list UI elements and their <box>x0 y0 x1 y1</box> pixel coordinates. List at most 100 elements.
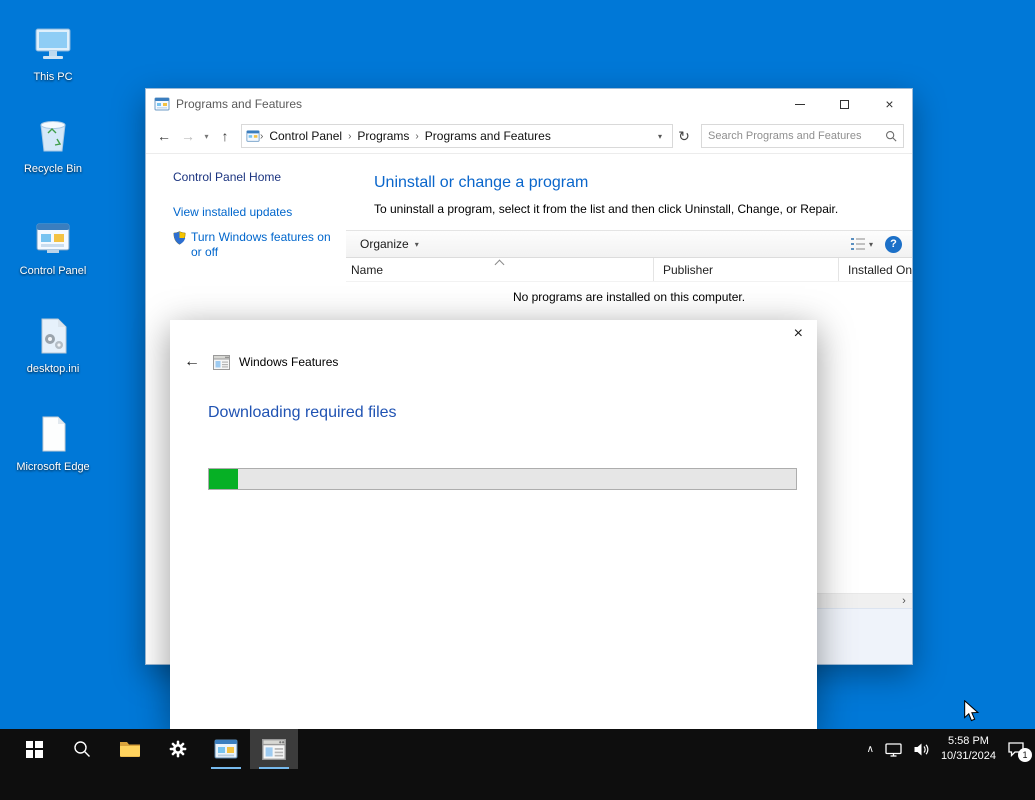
microsoft-edge-icon <box>31 412 75 456</box>
show-hidden-icons-chevron-icon[interactable]: ∧ <box>867 744 874 755</box>
command-toolbar: Organize ▾ ▾ ? <box>346 230 912 258</box>
sidebar-link-label: Turn Windows features on or off <box>191 229 331 260</box>
dialog-title: Windows Features <box>239 355 339 369</box>
breadcrumb-programs[interactable]: Programs <box>351 129 415 143</box>
progress-bar <box>208 468 797 490</box>
desktop-screen: This PC Recycle Bin Control Panel deskto… <box>0 0 1035 800</box>
page-description: To uninstall a program, select it from t… <box>374 202 839 216</box>
forward-button[interactable]: → <box>176 128 200 144</box>
window-titlebar[interactable]: Programs and Features × <box>146 89 912 119</box>
desktop-icon-microsoft-edge[interactable]: Microsoft Edge <box>14 412 92 474</box>
toolbar-right-group: ▾ ? <box>850 235 902 253</box>
dialog-back-button[interactable]: ← <box>180 353 204 371</box>
search-box[interactable] <box>701 124 904 148</box>
minimize-button[interactable] <box>777 89 822 119</box>
gear-icon <box>168 739 188 759</box>
sidebar-control-panel-home[interactable]: Control Panel Home <box>173 170 338 184</box>
windows-features-icon <box>213 354 230 370</box>
clock-time: 5:58 PM <box>947 735 989 748</box>
breadcrumb-control-panel[interactable]: Control Panel <box>263 129 348 143</box>
organize-dropdown-icon: ▾ <box>414 239 419 249</box>
clock-date: 10/31/2024 <box>940 750 996 762</box>
address-bar[interactable]: › Control Panel › Programs › Programs an… <box>241 124 673 148</box>
desktop-ini-icon <box>31 314 75 358</box>
sidebar-turn-windows-features[interactable]: Turn Windows features on or off <box>173 230 338 261</box>
address-location-icon <box>246 129 260 143</box>
taskbar-windows-features-button[interactable] <box>250 729 298 769</box>
system-tray: ∧ 5:58 PM 10/31/2024 1 <box>867 729 1032 769</box>
notification-badge: 1 <box>1018 748 1032 762</box>
taskbar-control-panel-button[interactable] <box>202 729 250 769</box>
search-icon <box>885 130 897 142</box>
page-heading: Uninstall or change a program <box>374 174 589 191</box>
empty-list-message: No programs are installed on this comput… <box>512 290 746 304</box>
progress-fill <box>209 469 239 489</box>
breadcrumb-programs-and-features[interactable]: Programs and Features <box>419 129 557 143</box>
windows-logo-icon <box>25 740 43 758</box>
desktop-icon-label: This PC <box>33 71 73 83</box>
maximize-icon <box>840 99 849 109</box>
question-icon: ? <box>890 238 897 250</box>
navigation-bar: ← → ▾ ↑ › Control Panel › Programs › Pro… <box>146 119 912 154</box>
minimize-icon <box>794 103 805 105</box>
mouse-cursor <box>964 700 980 722</box>
column-label: Name <box>351 262 384 277</box>
column-header-installed-on[interactable]: Installed On <box>839 258 912 281</box>
start-button[interactable] <box>10 729 58 769</box>
up-button[interactable]: ↑ <box>213 128 237 144</box>
desktop-icon-label: Microsoft Edge <box>16 461 90 473</box>
recycle-bin-icon <box>31 114 75 158</box>
view-dropdown-icon: ▾ <box>868 239 873 249</box>
desktop-icon-this-pc[interactable]: This PC <box>14 22 92 84</box>
scroll-right-arrow[interactable]: › <box>896 594 912 608</box>
window-title: Programs and Features <box>176 97 303 111</box>
uac-shield-icon <box>173 230 186 245</box>
address-dropdown-chevron-icon[interactable]: ▾ <box>652 132 668 141</box>
column-header-name[interactable]: Name <box>346 258 654 281</box>
dialog-close-button[interactable]: × <box>794 325 803 343</box>
window-caption-buttons: × <box>777 89 912 119</box>
search-icon <box>73 740 91 758</box>
desktop-icon-label: Control Panel <box>19 265 87 277</box>
taskbar-file-explorer-button[interactable] <box>106 729 154 769</box>
file-explorer-icon <box>119 740 141 758</box>
column-headers: Name Publisher Installed On <box>346 258 912 282</box>
windows-features-dialog: × ← Windows Features Downloading require… <box>170 320 817 730</box>
desktop-icon-recycle-bin[interactable]: Recycle Bin <box>14 114 92 176</box>
action-center-icon[interactable]: 1 <box>1007 741 1032 762</box>
help-button[interactable]: ? <box>885 235 902 253</box>
organize-label: Organize <box>360 237 409 251</box>
close-icon: × <box>885 96 894 112</box>
close-button[interactable]: × <box>867 89 912 119</box>
desktop-icon-desktop-ini[interactable]: desktop.ini <box>14 314 92 376</box>
taskbar: ∧ 5:58 PM 10/31/2024 1 <box>0 729 1035 800</box>
change-view-button[interactable]: ▾ <box>850 238 873 250</box>
search-input[interactable] <box>708 130 885 142</box>
taskbar-clock[interactable]: 5:58 PM 10/31/2024 <box>941 734 996 764</box>
this-pc-icon <box>31 22 75 66</box>
dialog-header: ← Windows Features <box>180 353 338 371</box>
sort-ascending-icon <box>494 259 505 270</box>
desktop-icon-control-panel[interactable]: Control Panel <box>14 216 92 278</box>
recent-locations-chevron-icon[interactable]: ▾ <box>200 132 213 141</box>
organize-button[interactable]: Organize ▾ <box>360 237 419 251</box>
window-app-icon <box>154 96 170 112</box>
desktop-icon-label: Recycle Bin <box>23 163 83 175</box>
taskbar-settings-button[interactable] <box>154 729 202 769</box>
back-button[interactable]: ← <box>152 128 176 144</box>
windows-features-icon <box>262 738 286 760</box>
control-panel-window-icon <box>214 738 238 760</box>
download-status-text: Downloading required files <box>208 404 397 421</box>
volume-icon[interactable] <box>913 742 930 757</box>
column-header-publisher[interactable]: Publisher <box>654 258 839 281</box>
taskbar-search-button[interactable] <box>58 729 106 769</box>
list-view-icon <box>850 238 865 250</box>
refresh-button[interactable]: ↻ <box>673 128 695 145</box>
sidebar-view-installed-updates[interactable]: View installed updates <box>173 205 338 221</box>
column-label: Publisher <box>663 262 714 277</box>
control-panel-icon <box>31 216 75 260</box>
column-label: Installed On <box>848 262 912 277</box>
network-icon[interactable] <box>885 742 902 757</box>
maximize-button[interactable] <box>822 89 867 119</box>
desktop-icon-label: desktop.ini <box>26 363 80 375</box>
